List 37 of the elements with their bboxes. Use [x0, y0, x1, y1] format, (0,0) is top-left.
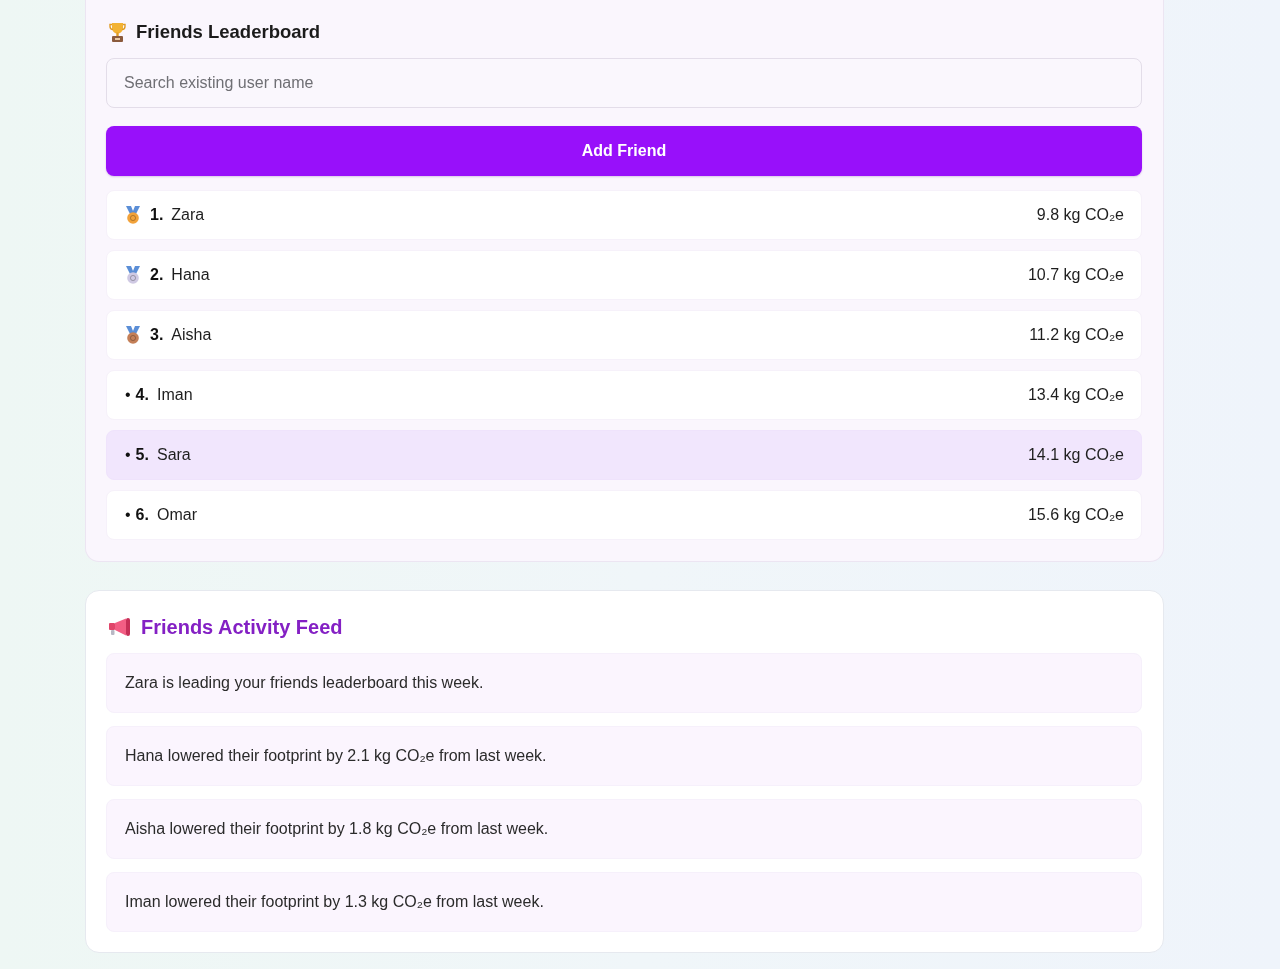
leaderboard-row[interactable]: • 4. Iman 13.4 kg CO₂e [106, 370, 1142, 420]
activity-item: Zara is leading your friends leaderboard this week. [106, 653, 1142, 713]
rank-number: 3. [150, 326, 164, 344]
leaderboard-title: Friends Leaderboard [136, 21, 320, 43]
leaderboard-row[interactable]: 1. Zara 9.8 kg CO₂e [106, 190, 1142, 240]
rank-number: 6. [135, 506, 149, 524]
bullet-mark: • [125, 386, 131, 404]
footprint-value: 13.4 kg CO₂e [1027, 386, 1124, 404]
rank-number: 2. [150, 266, 164, 284]
rank-number: 4. [135, 386, 149, 404]
bullet-mark: • [125, 446, 131, 464]
rank-number: 1. [150, 206, 164, 224]
leaderboard-row[interactable]: • 5. Sara 14.1 kg CO₂e [106, 430, 1142, 480]
bullet-mark: • [125, 506, 131, 524]
leaderboard-row[interactable]: 3. Aisha 11.2 kg CO₂e [106, 310, 1142, 360]
footprint-value: 9.8 kg CO₂e [1036, 206, 1124, 224]
friend-name: Hana [171, 266, 210, 284]
add-friend-button[interactable]: Add Friend [106, 126, 1142, 176]
search-field[interactable]: Search existing user name [106, 58, 1142, 108]
activity-item: Iman lowered their footprint by 1.3 kg CO₂e from last week. [106, 872, 1142, 932]
friend-name: Omar [156, 506, 197, 524]
footprint-value: 11.2 kg CO₂e [1029, 326, 1124, 344]
footprint-value: 15.6 kg CO₂e [1027, 506, 1124, 524]
activity-item: Hana lowered their footprint by 2.1 kg CO₂e from last week. [106, 726, 1142, 786]
friend-name: Zara [171, 206, 205, 224]
activity-feed-title: Friends Activity Feed [141, 615, 343, 639]
friend-name: Iman [156, 386, 193, 404]
leaderboard-row[interactable]: 2. Hana 10.7 kg CO₂e [106, 250, 1142, 300]
footprint-value: 14.1 kg CO₂e [1027, 446, 1124, 464]
footprint-value: 10.7 kg CO₂e [1027, 266, 1124, 284]
leaderboard-row[interactable]: • 6. Omar 15.6 kg CO₂e [106, 490, 1142, 540]
activity-item: Aisha lowered their footprint by 1.8 kg CO₂e from last week. [106, 799, 1142, 859]
megaphone-icon [109, 618, 131, 636]
friend-name: Aisha [171, 326, 212, 344]
friend-name: Sara [156, 446, 191, 464]
rank-number: 5. [135, 446, 149, 464]
trophy-icon [109, 22, 126, 42]
